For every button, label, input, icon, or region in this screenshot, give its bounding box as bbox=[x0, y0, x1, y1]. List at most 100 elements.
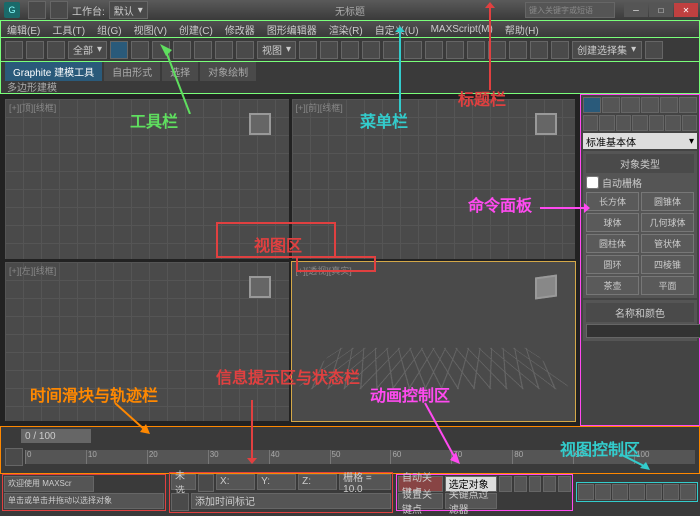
rollout-name-color[interactable]: 名称和颜色 bbox=[586, 303, 694, 322]
spacewarps-icon[interactable] bbox=[665, 115, 680, 131]
window-cross-icon[interactable] bbox=[173, 41, 191, 59]
time-slider[interactable]: 0 / 100 bbox=[21, 429, 91, 443]
menu-custom[interactable]: 自定义(U) bbox=[375, 22, 419, 37]
time-ruler[interactable]: 010 2030 4050 6070 8090 100 bbox=[25, 450, 695, 464]
play-icon[interactable] bbox=[529, 476, 542, 492]
systems-icon[interactable] bbox=[682, 115, 697, 131]
close-button[interactable]: ✕ bbox=[674, 3, 698, 17]
next-frame-icon[interactable] bbox=[543, 476, 556, 492]
scale-icon[interactable] bbox=[236, 41, 254, 59]
minimize-button[interactable]: ─ bbox=[624, 3, 648, 17]
align-icon[interactable] bbox=[425, 41, 443, 59]
autogrid-checkbox[interactable] bbox=[586, 176, 599, 189]
bind-icon[interactable] bbox=[47, 41, 65, 59]
refcoord-dropdown[interactable]: 视图▾ bbox=[257, 41, 296, 59]
search-box[interactable]: 键入关键字或短语 bbox=[525, 2, 615, 18]
pan-icon[interactable] bbox=[646, 484, 662, 500]
menu-view[interactable]: 视图(V) bbox=[134, 22, 167, 37]
snap-icon[interactable] bbox=[320, 41, 338, 59]
rotate-icon[interactable] bbox=[215, 41, 233, 59]
menu-tools[interactable]: 工具(T) bbox=[52, 22, 85, 37]
maximize-viewport-icon[interactable] bbox=[680, 484, 696, 500]
menu-group[interactable]: 组(G) bbox=[97, 22, 121, 37]
render-frame-icon[interactable] bbox=[551, 41, 569, 59]
viewport-left[interactable]: [+][左][线框] bbox=[4, 261, 290, 423]
percent-snap-icon[interactable] bbox=[362, 41, 380, 59]
helpers-icon[interactable] bbox=[649, 115, 664, 131]
viewport-top[interactable]: [+][顶][线框] bbox=[4, 98, 290, 260]
ribbon-tab-select[interactable]: 选择 bbox=[162, 62, 198, 81]
primitive-box[interactable]: 长方体 bbox=[586, 192, 639, 211]
zoom-extents-icon[interactable] bbox=[612, 484, 628, 500]
mirror-icon[interactable] bbox=[404, 41, 422, 59]
goto-end-icon[interactable] bbox=[558, 476, 571, 492]
select-icon[interactable] bbox=[110, 41, 128, 59]
menu-help[interactable]: 帮助(H) bbox=[505, 22, 539, 37]
ribbon-tab-freeform[interactable]: 自由形式 bbox=[104, 62, 160, 81]
primitive-torus[interactable]: 圆环 bbox=[586, 255, 639, 274]
material-icon[interactable] bbox=[509, 41, 527, 59]
primitive-cylinder[interactable]: 圆柱体 bbox=[586, 234, 639, 253]
object-name-input[interactable] bbox=[586, 324, 700, 338]
viewport-perspective[interactable]: [+][透视][真实] bbox=[291, 261, 577, 423]
modify-tab-icon[interactable] bbox=[602, 97, 620, 113]
viewcube-icon[interactable] bbox=[249, 113, 271, 135]
menu-edit[interactable]: 编辑(E) bbox=[7, 22, 40, 37]
selection-set-dropdown[interactable]: 创建选择集▾ bbox=[572, 41, 642, 59]
lights-icon[interactable] bbox=[616, 115, 631, 131]
menu-create[interactable]: 创建(C) bbox=[179, 22, 213, 37]
zoom-all-icon[interactable] bbox=[595, 484, 611, 500]
primitive-cone[interactable]: 圆锥体 bbox=[641, 192, 694, 211]
select-name-icon[interactable] bbox=[131, 41, 149, 59]
track-toggle-icon[interactable] bbox=[5, 448, 23, 466]
layers-icon[interactable] bbox=[446, 41, 464, 59]
workspace-dropdown[interactable]: 默认▾ bbox=[109, 1, 148, 19]
create-tab-icon[interactable] bbox=[583, 97, 601, 113]
shapes-icon[interactable] bbox=[599, 115, 614, 131]
rollout-object-type[interactable]: 对象类型 bbox=[586, 154, 694, 173]
orbit-icon[interactable] bbox=[663, 484, 679, 500]
primitive-plane[interactable]: 平面 bbox=[641, 276, 694, 295]
viewcube-icon[interactable] bbox=[535, 113, 557, 135]
setkey-button[interactable]: 设置关键点 bbox=[398, 493, 443, 509]
rect-select-icon[interactable] bbox=[152, 41, 170, 59]
render-setup-icon[interactable] bbox=[530, 41, 548, 59]
menu-maxscript[interactable]: MAXScript(M) bbox=[431, 24, 493, 35]
hierarchy-tab-icon[interactable] bbox=[621, 97, 639, 113]
time-tag[interactable]: 添加时间标记 bbox=[191, 493, 391, 509]
cameras-icon[interactable] bbox=[632, 115, 647, 131]
menu-graph[interactable]: 图形编辑器 bbox=[267, 22, 317, 37]
viewcube-icon[interactable] bbox=[535, 274, 557, 299]
key-filter-button[interactable]: 关键点过滤器 bbox=[445, 493, 497, 509]
render-icon[interactable] bbox=[645, 41, 663, 59]
primitive-geosphere[interactable]: 几何球体 bbox=[641, 213, 694, 232]
spinner-snap-icon[interactable] bbox=[383, 41, 401, 59]
pivot-icon[interactable] bbox=[299, 41, 317, 59]
primitive-pyramid[interactable]: 四棱锥 bbox=[641, 255, 694, 274]
viewport-front[interactable]: [+][前][线框] bbox=[291, 98, 577, 260]
primitive-sphere[interactable]: 球体 bbox=[586, 213, 639, 232]
motion-tab-icon[interactable] bbox=[641, 97, 659, 113]
link-icon[interactable] bbox=[5, 41, 23, 59]
filter-dropdown[interactable]: 全部▾ bbox=[68, 41, 107, 59]
zoom-region-icon[interactable] bbox=[629, 484, 645, 500]
zoom-icon[interactable] bbox=[578, 484, 594, 500]
curve-editor-icon[interactable] bbox=[467, 41, 485, 59]
poly-modeling-label[interactable]: 多边形建模 bbox=[0, 80, 700, 94]
script-icon[interactable] bbox=[171, 493, 189, 511]
primitive-tube[interactable]: 管状体 bbox=[641, 234, 694, 253]
ribbon-tab-graphite[interactable]: Graphite 建模工具 bbox=[5, 62, 102, 81]
primitive-teapot[interactable]: 茶壶 bbox=[586, 276, 639, 295]
maximize-button[interactable]: □ bbox=[649, 3, 673, 17]
ribbon-tab-paint[interactable]: 对象绘制 bbox=[200, 62, 256, 81]
geometry-icon[interactable] bbox=[583, 115, 598, 131]
undo-icon[interactable] bbox=[28, 1, 46, 19]
category-dropdown[interactable]: 标准基本体▾ bbox=[583, 133, 697, 149]
display-tab-icon[interactable] bbox=[660, 97, 678, 113]
utilities-tab-icon[interactable] bbox=[679, 97, 697, 113]
lock-icon[interactable] bbox=[198, 474, 214, 492]
viewcube-icon[interactable] bbox=[249, 276, 271, 298]
unlink-icon[interactable] bbox=[26, 41, 44, 59]
menu-render[interactable]: 渲染(R) bbox=[329, 22, 363, 37]
move-icon[interactable] bbox=[194, 41, 212, 59]
